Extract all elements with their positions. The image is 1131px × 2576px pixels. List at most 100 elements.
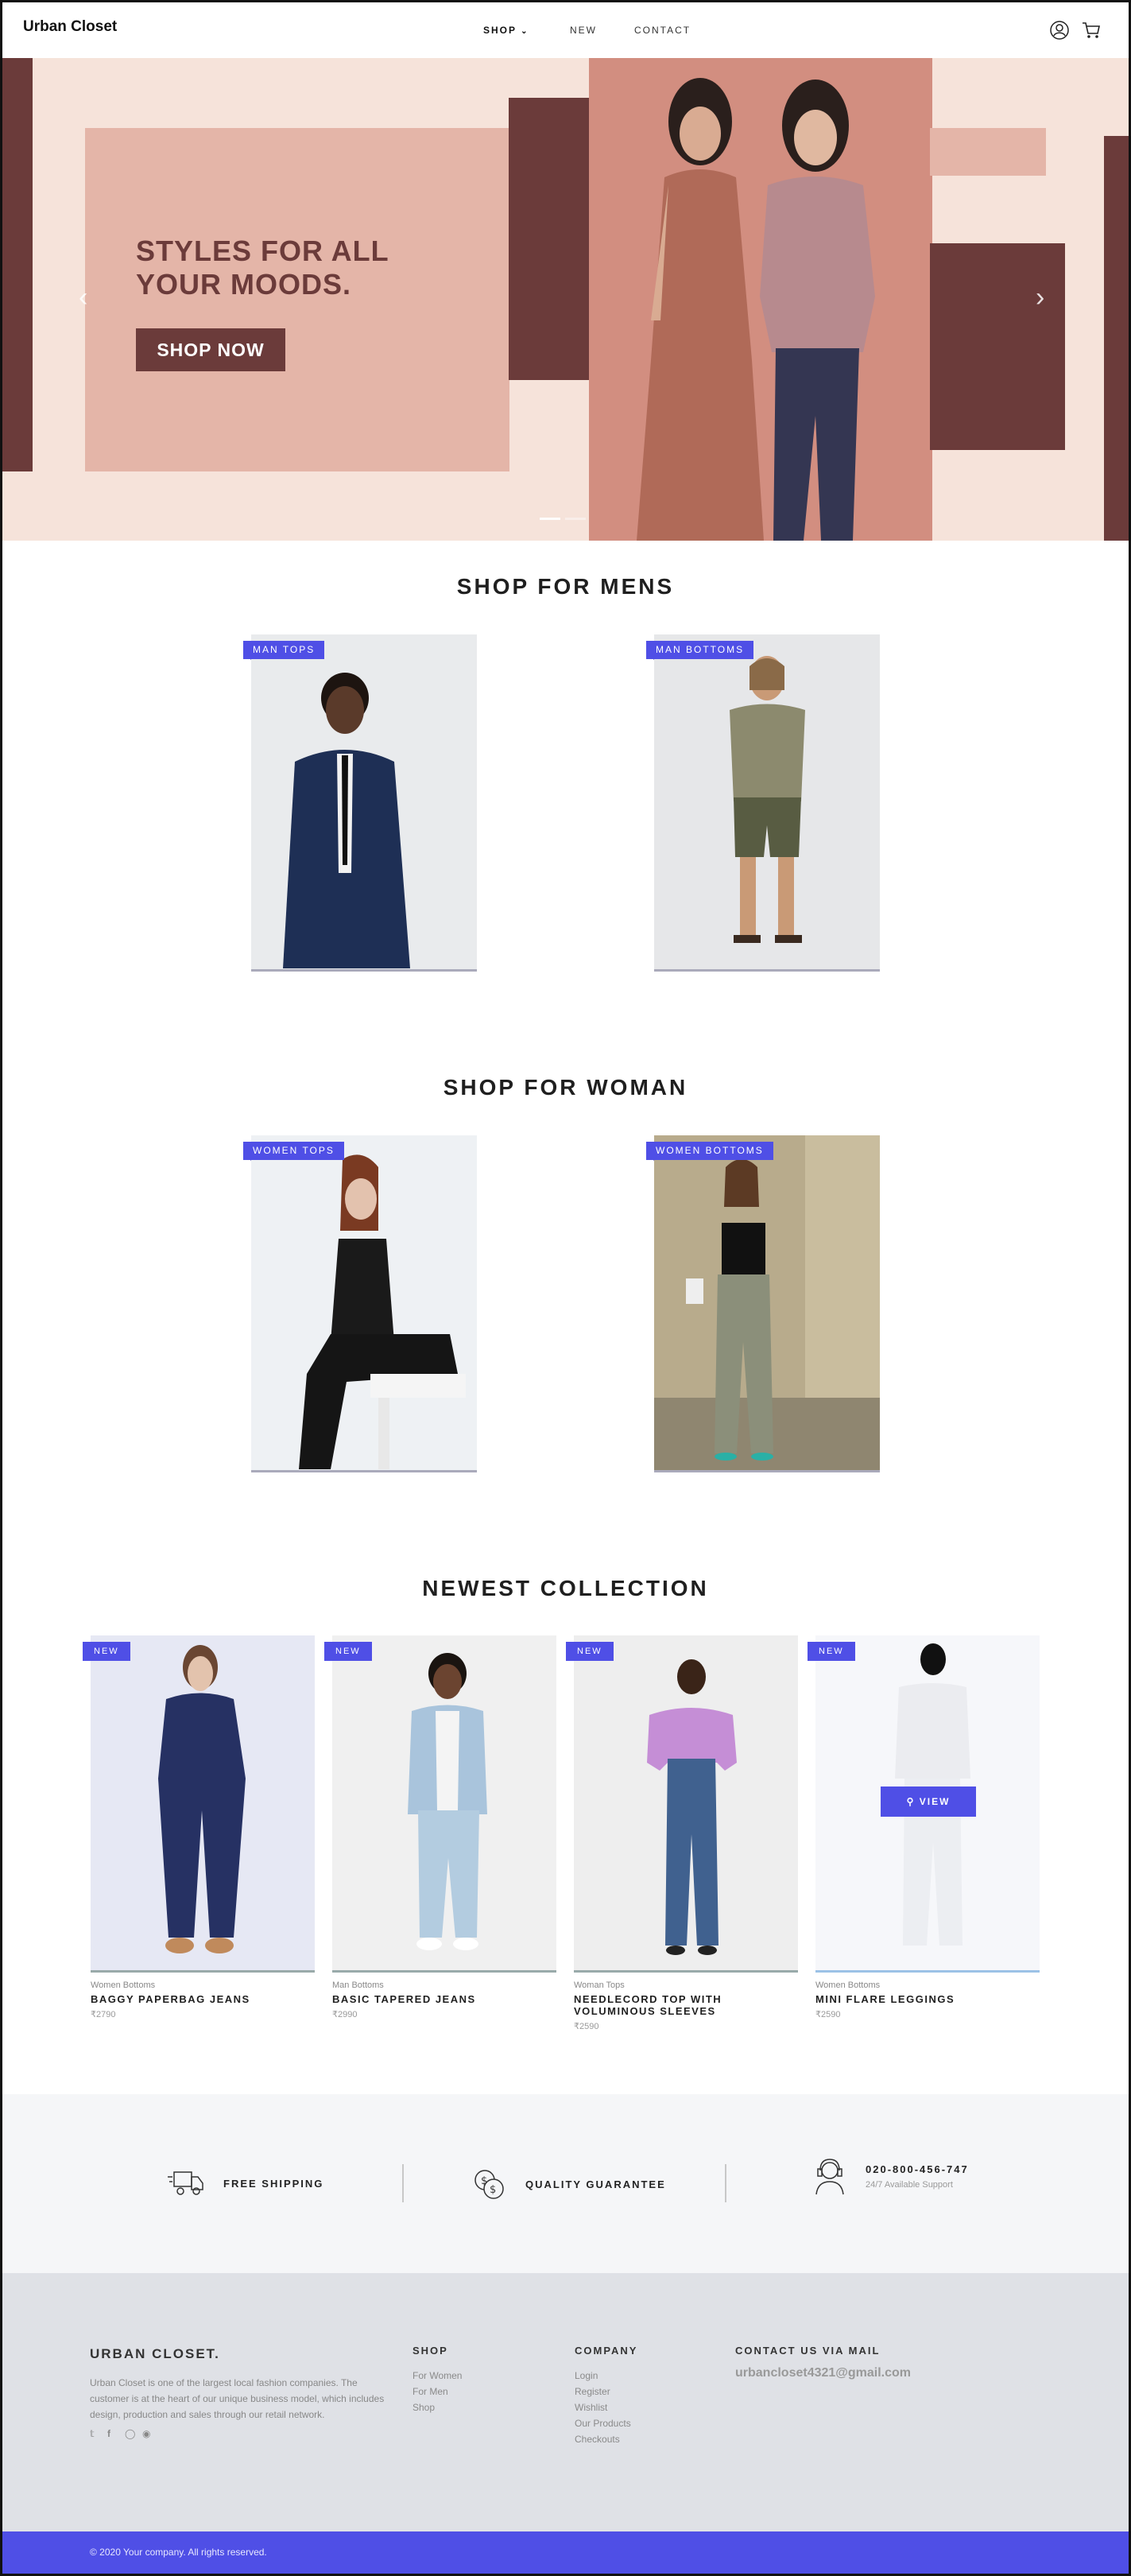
- twitter-icon[interactable]: 𝕥: [90, 2429, 99, 2438]
- feature-label: QUALITY GUARANTEE: [525, 2178, 666, 2190]
- feature-label: FREE SHIPPING: [223, 2177, 324, 2190]
- pinterest-icon[interactable]: ◉: [142, 2429, 152, 2438]
- truck-icon: [168, 2171, 203, 2195]
- man-bottoms-image: [730, 656, 805, 943]
- user-icon[interactable]: [1049, 20, 1070, 41]
- chevron-left-icon[interactable]: ‹: [79, 282, 87, 313]
- section-title-women: SHOP FOR WOMAN: [443, 1075, 688, 1100]
- support-phone[interactable]: 020-800-456-747: [866, 2163, 969, 2175]
- category-card-man-bottoms[interactable]: [654, 634, 880, 972]
- search-icon: ⚲: [906, 1796, 916, 1807]
- footer-link-for-women[interactable]: For Women: [413, 2368, 462, 2384]
- hero-block-edge: [1104, 136, 1129, 541]
- footer-email[interactable]: urbancloset4321@gmail.com: [735, 2366, 911, 2380]
- women-tops-image: [299, 1154, 466, 1469]
- footer-link-shop[interactable]: Shop: [413, 2399, 462, 2415]
- hero-block-right-top: [930, 128, 1046, 176]
- category-tag-women-tops: WOMEN TOPS: [243, 1142, 344, 1160]
- product-image[interactable]: [91, 1635, 315, 1973]
- hero-block-left: [2, 58, 33, 471]
- product-price: ₹2590: [815, 2010, 841, 2019]
- product-card[interactable]: NEW Man Bottoms BASIC TAPERED JEANS ₹299…: [324, 1635, 556, 2019]
- product-card[interactable]: NEW Woman Tops NEEDLECORD TOP WITH VOLUM…: [566, 1635, 798, 2031]
- product-name[interactable]: NEEDLECORD TOP WITH VOLUMINOUS SLEEVES: [574, 1993, 798, 2017]
- product-photo-baggy-jeans: [158, 1645, 246, 1953]
- cart-icon[interactable]: [1081, 20, 1102, 41]
- view-button[interactable]: ⚲ VIEW: [881, 1787, 976, 1817]
- women-bottoms-image: [654, 1135, 880, 1470]
- footer-col-title: COMPANY: [575, 2345, 638, 2357]
- carousel-dot-active[interactable]: [540, 518, 560, 520]
- footer-link-register[interactable]: Register: [575, 2384, 637, 2399]
- svg-text:$: $: [481, 2175, 487, 2187]
- product-image[interactable]: ⚲ VIEW: [815, 1635, 1040, 1973]
- product-category: Women Bottoms: [815, 1980, 881, 1990]
- product-name[interactable]: BASIC TAPERED JEANS: [332, 1993, 556, 2005]
- product-card-hovered[interactable]: ⚲ VIEW NEW Women Bottoms MINI FLARE LEGG…: [808, 1635, 1040, 2019]
- section-title-collection: NEWEST COLLECTION: [422, 1576, 709, 1600]
- support-subtext: 24/7 Available Support: [866, 2179, 953, 2190]
- svg-text:$: $: [490, 2184, 496, 2196]
- header-actions: [1049, 20, 1102, 41]
- new-badge: NEW: [324, 1642, 372, 1661]
- nav-shop[interactable]: SHOP ⌄: [483, 25, 529, 36]
- support-agent-icon: [815, 2159, 844, 2195]
- product-category: Man Bottoms: [332, 1980, 384, 1990]
- features-strip: FREE SHIPPING $ $ QUALITY GUARANTEE 020-…: [2, 2094, 1129, 2273]
- category-card-women-bottoms[interactable]: [654, 1135, 880, 1472]
- feature-free-shipping: FREE SHIPPING: [168, 2166, 323, 2201]
- hero-models-image: [637, 78, 875, 541]
- footer-col-shop: SHOP For Women For Men Shop: [413, 2345, 462, 2415]
- carousel-dot[interactable]: [565, 518, 586, 520]
- product-category: Woman Tops: [574, 1980, 625, 1990]
- footer-col-company: COMPANY Login Register Wishlist Our Prod…: [575, 2345, 637, 2447]
- feature-quality: $ $ QUALITY GUARANTEE: [471, 2166, 666, 2202]
- product-name[interactable]: MINI FLARE LEGGINGS: [815, 1993, 1040, 2005]
- brand-logo[interactable]: Urban Closet: [23, 18, 117, 36]
- category-tag-women-bottoms: WOMEN BOTTOMS: [646, 1142, 773, 1160]
- copyright-bar: © 2020 Your company. All rights reserved…: [2, 2531, 1129, 2574]
- carousel-indicators: [540, 518, 586, 520]
- social-links: 𝕥 f ◯ ◉: [90, 2429, 152, 2438]
- product-card[interactable]: NEW Women Bottoms BAGGY PAPERBAG JEANS ₹…: [83, 1635, 315, 2019]
- man-tops-image: [283, 673, 410, 968]
- footer-brand: URBAN CLOSET.: [90, 2346, 220, 2361]
- facebook-icon[interactable]: f: [107, 2429, 117, 2438]
- view-button-label: VIEW: [919, 1796, 951, 1807]
- product-price: ₹2790: [91, 2010, 116, 2019]
- product-photo-needlecord-top: [647, 1659, 737, 1955]
- product-image[interactable]: [332, 1635, 556, 1973]
- instagram-icon[interactable]: ◯: [125, 2429, 135, 2438]
- category-card-women-tops[interactable]: [251, 1135, 477, 1472]
- footer: URBAN CLOSET. Urban Closet is one of the…: [2, 2273, 1129, 2531]
- category-tag-man-tops: MAN TOPS: [243, 641, 325, 659]
- footer-col-contact: CONTACT US VIA MAIL urbancloset4321@gmai…: [735, 2345, 911, 2380]
- new-badge: NEW: [566, 1642, 614, 1661]
- product-image[interactable]: [574, 1635, 798, 1973]
- footer-link-for-men[interactable]: For Men: [413, 2384, 462, 2399]
- product-price: ₹2990: [332, 2010, 358, 2019]
- product-name[interactable]: BAGGY PAPERBAG JEANS: [91, 1993, 315, 2005]
- copyright-text: © 2020 Your company. All rights reserved…: [90, 2547, 267, 2558]
- chevron-right-icon[interactable]: ›: [1036, 282, 1044, 313]
- footer-col-title: SHOP: [413, 2345, 448, 2357]
- hero-block-right: [930, 243, 1065, 450]
- footer-link-wishlist[interactable]: Wishlist: [575, 2399, 637, 2415]
- nav-new[interactable]: NEW: [570, 25, 597, 36]
- nav-contact[interactable]: CONTACT: [634, 25, 691, 36]
- footer-link-checkouts[interactable]: Checkouts: [575, 2431, 637, 2447]
- site-header: Urban Closet SHOP ⌄ NEW CONTACT: [2, 2, 1129, 57]
- feature-support: 020-800-456-747 24/7 Available Support: [811, 2156, 969, 2196]
- footer-link-our-products[interactable]: Our Products: [575, 2415, 637, 2431]
- product-price: ₹2590: [574, 2022, 599, 2031]
- category-tag-man-bottoms: MAN BOTTOMS: [646, 641, 754, 659]
- coins-icon: $ $: [474, 2170, 504, 2199]
- shop-now-button[interactable]: SHOP NOW: [136, 328, 285, 371]
- nav-shop-label: SHOP: [483, 25, 517, 36]
- hero-title: STYLES FOR ALL YOUR MOODS.: [136, 235, 389, 301]
- footer-col-title: CONTACT US VIA MAIL: [735, 2345, 881, 2357]
- hero-banner: STYLES FOR ALL YOUR MOODS. SHOP NOW ‹ ›: [2, 58, 1129, 541]
- divider: [402, 2164, 404, 2202]
- category-card-man-tops[interactable]: [251, 634, 477, 972]
- footer-link-login[interactable]: Login: [575, 2368, 637, 2384]
